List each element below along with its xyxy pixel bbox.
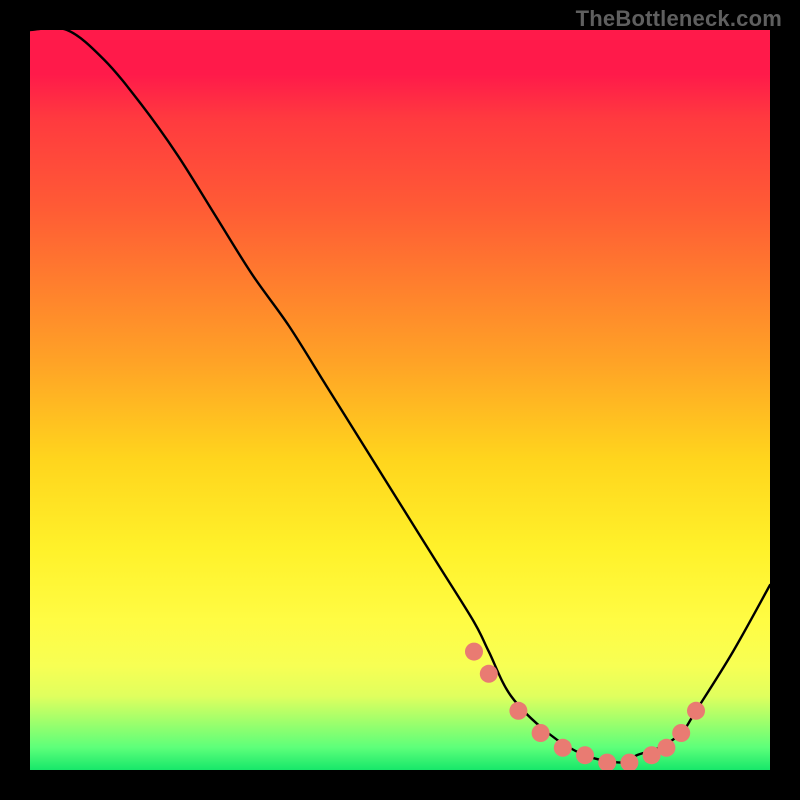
plot-area	[30, 30, 770, 770]
bottleneck-range-markers	[465, 643, 705, 770]
marker-dot	[687, 702, 705, 720]
marker-dot	[509, 702, 527, 720]
curve-layer	[30, 30, 770, 770]
marker-dot	[657, 739, 675, 757]
marker-dot	[576, 746, 594, 764]
watermark-label: TheBottleneck.com	[576, 6, 782, 32]
marker-dot	[672, 724, 690, 742]
marker-dot	[532, 724, 550, 742]
marker-dot	[598, 754, 616, 770]
marker-dot	[465, 643, 483, 661]
chart-frame: TheBottleneck.com	[0, 0, 800, 800]
bottleneck-curve	[30, 30, 770, 763]
marker-dot	[554, 739, 572, 757]
marker-dot	[480, 665, 498, 683]
